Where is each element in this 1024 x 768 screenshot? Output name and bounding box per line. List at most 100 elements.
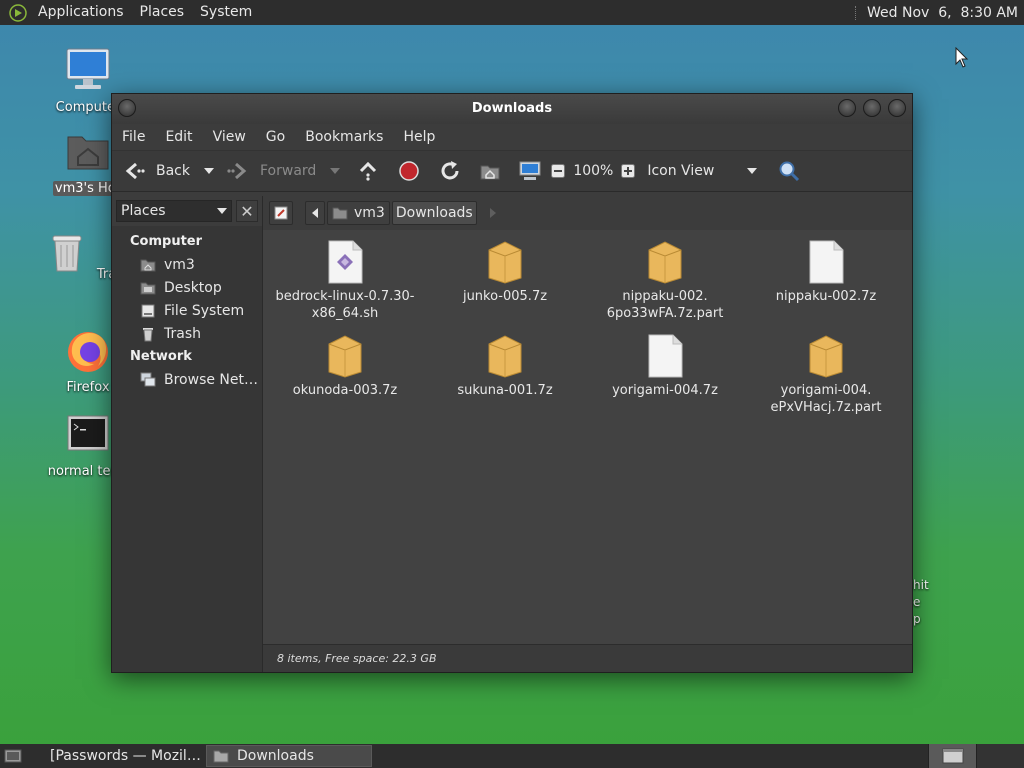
blank-file-icon — [648, 334, 683, 378]
sidebar-item-browse-network[interactable]: Browse Net… — [112, 368, 262, 391]
search-icon — [779, 161, 800, 182]
taskbar-item-firefox[interactable]: [Passwords — Mozil… — [36, 745, 204, 767]
chevron-down-icon — [747, 168, 758, 174]
sidebar-item-vm3[interactable]: vm3 — [112, 253, 262, 276]
sidebar-item-desktop[interactable]: Desktop — [112, 276, 262, 299]
desktop-icon — [140, 282, 156, 294]
show-desktop-button[interactable] — [0, 745, 26, 767]
menu-view[interactable]: View — [203, 129, 256, 145]
menu-file[interactable]: File — [112, 129, 155, 145]
file-item[interactable]: junko-005.7z — [430, 240, 580, 305]
computer-button[interactable] — [518, 155, 542, 187]
taskbar-item-label: Downloads — [237, 748, 314, 764]
toolbar: Back Forward 100% Icon View — [112, 150, 912, 192]
clock[interactable]: Wed Nov 6, 8:30 AM — [867, 5, 1024, 21]
workspace-switcher[interactable] — [928, 744, 1024, 768]
status-text: 8 items, Free space: 22.3 GB — [277, 652, 437, 665]
file-item[interactable]: yorigami-004. ePxVHacj.7z.part — [751, 334, 901, 416]
close-button[interactable] — [888, 99, 906, 117]
chevron-left-icon — [312, 208, 318, 218]
view-mode-select[interactable]: Icon View — [647, 155, 758, 187]
forward-label: Forward — [260, 163, 317, 179]
home-icon — [480, 165, 500, 180]
file-view: vm3 Downloads bedrock-linux-0.7.30- x86_… — [263, 196, 912, 672]
up-button[interactable] — [356, 155, 380, 187]
home-icon — [332, 207, 348, 220]
icon-view[interactable]: bedrock-linux-0.7.30- x86_64.sh junko-00… — [263, 230, 912, 642]
reload-button[interactable] — [438, 155, 462, 187]
sidebar-item-trash[interactable]: Trash — [112, 322, 262, 345]
edit-icon — [274, 206, 288, 220]
applications-menu[interactable]: Applications — [30, 0, 132, 25]
home-button[interactable] — [478, 155, 502, 187]
archive-file-icon — [328, 335, 362, 378]
menu-bookmarks[interactable]: Bookmarks — [295, 129, 393, 145]
show-desktop-icon — [4, 749, 22, 763]
distro-logo-icon[interactable] — [9, 3, 27, 22]
zoom-in-button[interactable] — [621, 155, 636, 187]
sidebar-type-select[interactable]: Places — [116, 200, 232, 222]
menu-go[interactable]: Go — [256, 129, 295, 145]
chevron-right-icon[interactable] — [489, 208, 497, 218]
file-name: okunoda-003.7z — [292, 383, 398, 398]
workspace-1[interactable] — [928, 744, 976, 768]
toggle-location-entry-button[interactable] — [269, 201, 293, 225]
top-panel: Applications Places System Wed Nov 6, 8:… — [0, 0, 1024, 25]
path-segment-downloads[interactable]: Downloads — [391, 201, 477, 225]
stop-button[interactable] — [397, 155, 421, 187]
path-segment-vm3[interactable]: vm3 — [327, 201, 390, 225]
blank-file-icon — [809, 240, 844, 284]
window-menu-button[interactable] — [118, 99, 136, 117]
file-item[interactable]: sukuna-001.7z — [430, 334, 580, 399]
zoom-out-button[interactable] — [551, 155, 566, 187]
window-thumbnail-icon — [942, 748, 963, 764]
file-item[interactable]: bedrock-linux-0.7.30- x86_64.sh — [270, 240, 420, 322]
minimize-button[interactable] — [838, 99, 856, 117]
window-titlebar[interactable]: Downloads — [112, 94, 912, 124]
system-menu[interactable]: System — [192, 0, 260, 25]
back-label: Back — [156, 163, 190, 179]
places-menu[interactable]: Places — [132, 0, 193, 25]
script-file-icon — [328, 240, 363, 284]
file-item[interactable]: nippaku-002. 6po33wFA.7z.part — [590, 240, 740, 322]
close-sidebar-button[interactable]: ✕ — [236, 200, 258, 222]
forward-arrow-icon — [227, 162, 247, 180]
bottom-panel: [Passwords — Mozil… Downloads — [0, 744, 1024, 768]
menubar: File Edit View Go Bookmarks Help — [112, 124, 912, 150]
drive-icon — [141, 304, 155, 317]
status-bar: 8 items, Free space: 22.3 GB — [263, 644, 912, 672]
view-mode-value: Icon View — [647, 163, 715, 179]
path-segment-label: vm3 — [354, 205, 385, 221]
file-item[interactable]: yorigami-004.7z — [590, 334, 740, 399]
sidebar-item-file-system[interactable]: File System — [112, 299, 262, 322]
zoom-level[interactable]: 100% — [573, 163, 613, 179]
desktop-icon-label: Firefox — [66, 380, 110, 395]
menu-edit[interactable]: Edit — [155, 129, 202, 145]
taskbar-item-label: [Passwords — Mozil… — [50, 748, 201, 764]
forward-button[interactable]: Forward — [226, 155, 316, 187]
back-history-dropdown[interactable] — [204, 155, 214, 187]
archive-file-icon — [809, 335, 843, 378]
file-name: yorigami-004.7z — [612, 383, 718, 398]
sidebar-item-label: vm3 — [164, 256, 195, 273]
search-button[interactable] — [777, 155, 801, 187]
maximize-button[interactable] — [863, 99, 881, 117]
forward-history-dropdown[interactable] — [330, 155, 341, 187]
zoom-in-icon — [621, 164, 636, 178]
file-item[interactable]: nippaku-002.7z — [751, 240, 901, 305]
sidebar-item-label: Trash — [164, 325, 201, 342]
stop-icon — [399, 161, 420, 181]
archive-file-icon — [488, 241, 522, 284]
workspace-2[interactable] — [976, 744, 1024, 768]
computer-icon — [66, 48, 110, 89]
file-name: yorigami-004. ePxVHacj.7z.part — [770, 383, 882, 415]
menu-help[interactable]: Help — [393, 129, 445, 145]
up-arrow-icon — [360, 161, 377, 181]
mouse-cursor-icon — [955, 47, 969, 68]
file-item[interactable]: okunoda-003.7z — [270, 334, 420, 399]
back-button[interactable]: Back — [122, 155, 190, 187]
chevron-down-icon — [217, 208, 227, 214]
archive-file-icon — [488, 335, 522, 378]
path-scroll-left-button[interactable] — [305, 201, 325, 225]
taskbar-item-downloads[interactable]: Downloads — [206, 745, 372, 767]
